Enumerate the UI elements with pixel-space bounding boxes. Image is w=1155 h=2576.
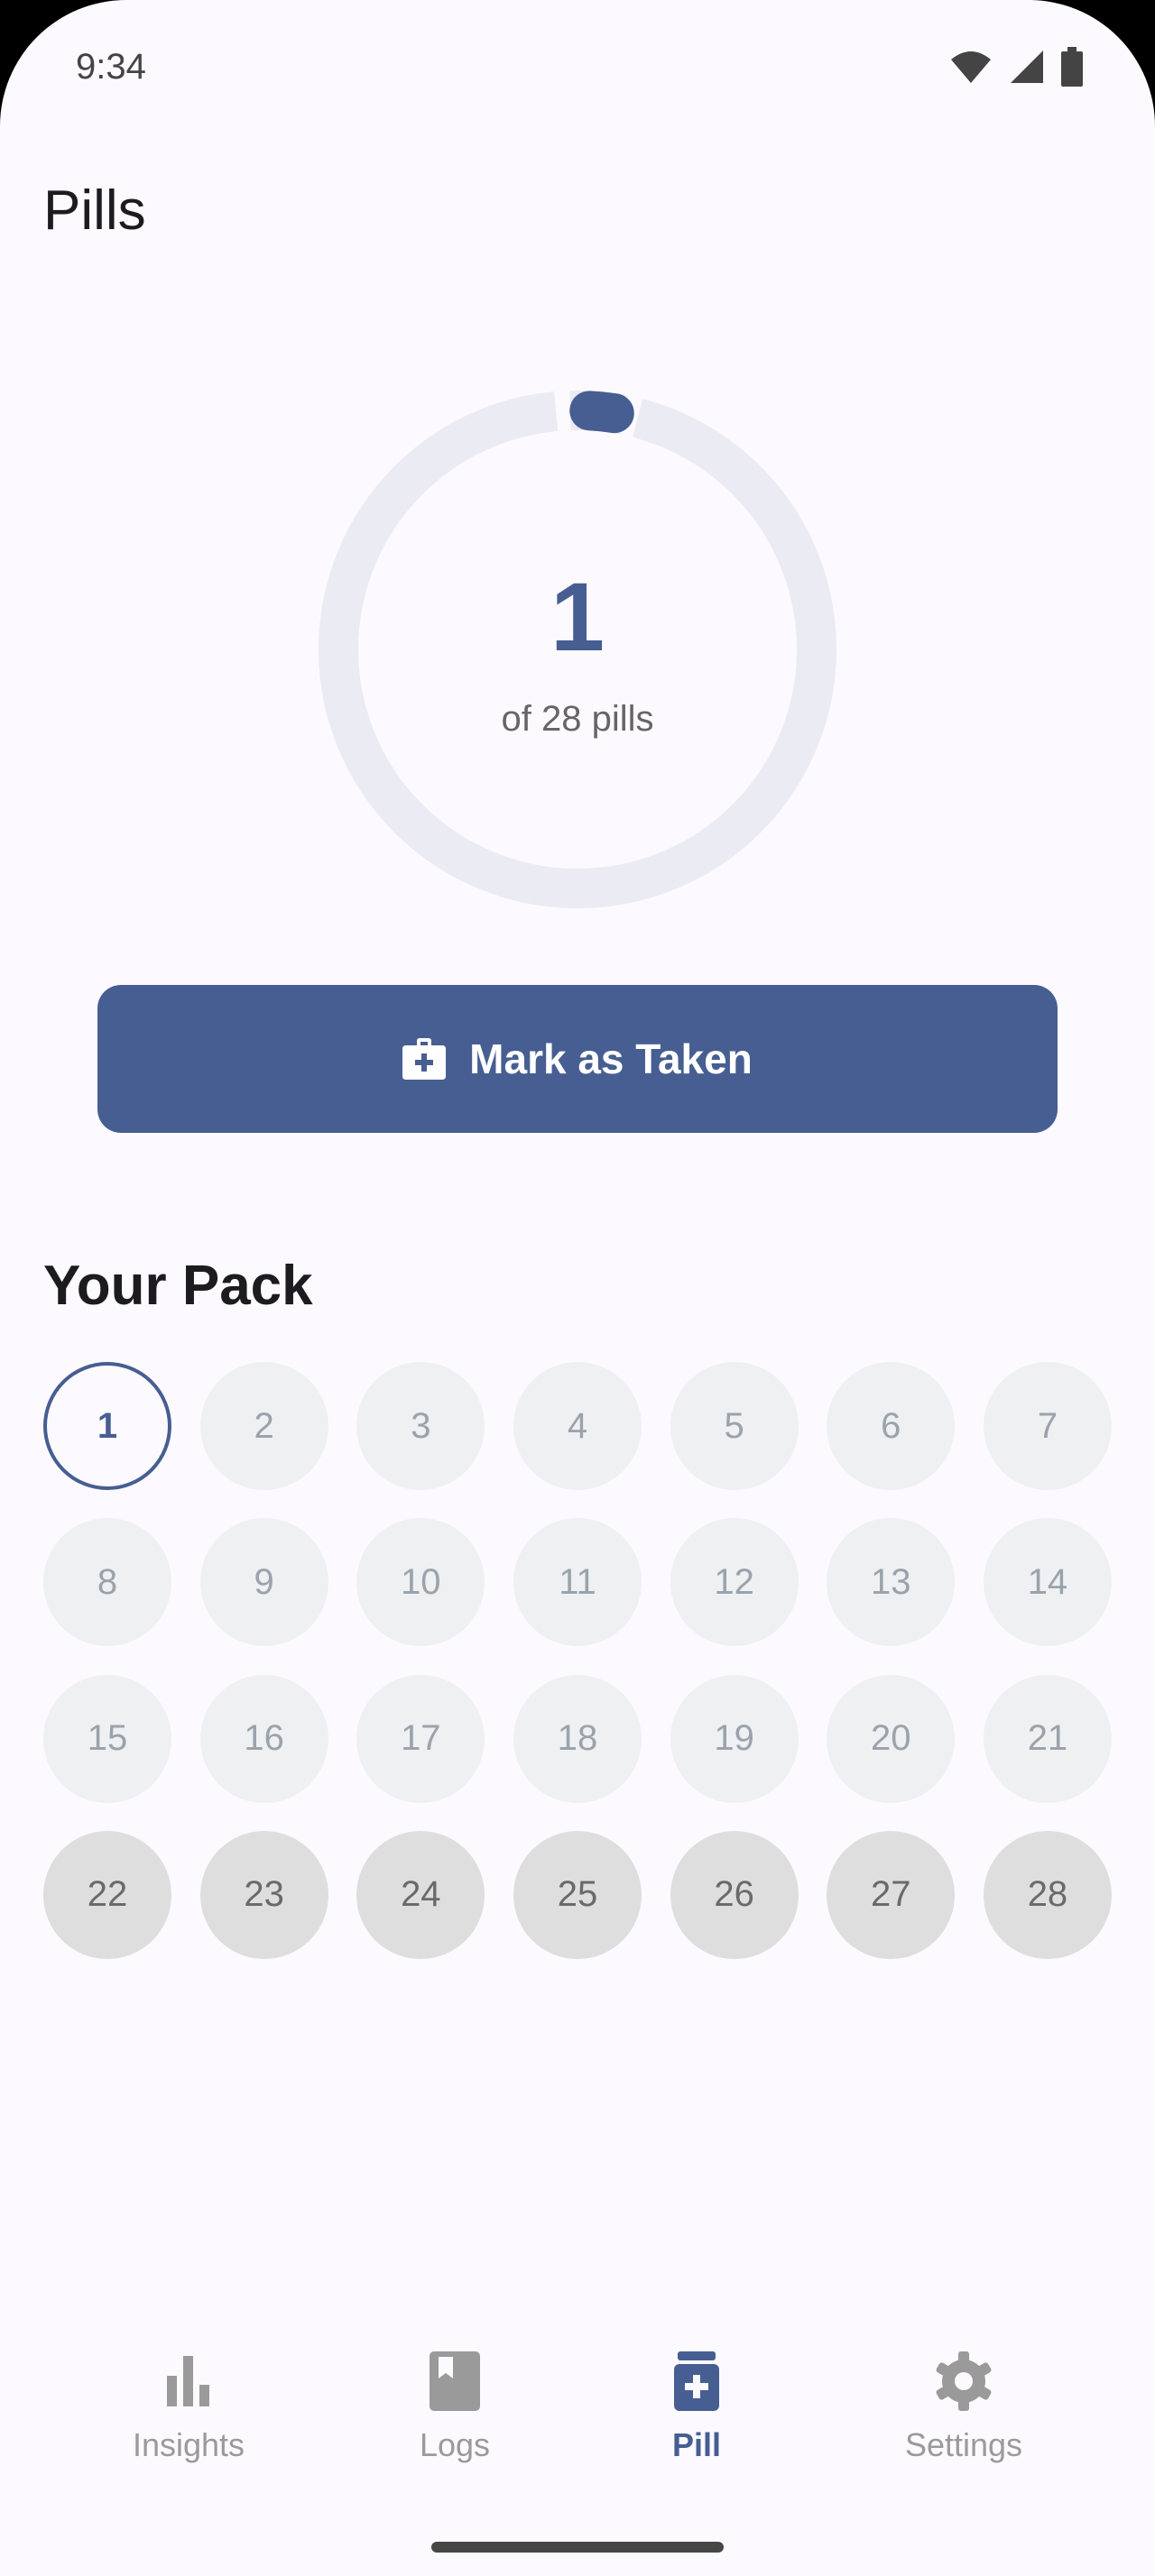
pill-day-22[interactable]: 22	[43, 1830, 171, 1959]
pill-day-9[interactable]: 9	[199, 1518, 328, 1647]
nav-label-pill: Pill	[671, 2426, 722, 2463]
nav-item-logs[interactable]: Logs	[337, 2345, 572, 2464]
home-indicator	[431, 2542, 724, 2553]
book-icon	[430, 2351, 480, 2411]
bottom-navigation: Insights Logs Pill Settings	[0, 2318, 1155, 2576]
pill-day-6[interactable]: 6	[827, 1362, 956, 1490]
pill-day-10[interactable]: 10	[356, 1518, 485, 1647]
nav-item-pill[interactable]: Pill	[579, 2345, 814, 2464]
pills-total-label: of 28 pills	[501, 699, 654, 739]
status-bar: 9:34	[0, 0, 1155, 135]
nav-item-settings[interactable]: Settings	[846, 2345, 1081, 2464]
gear-icon	[936, 2351, 992, 2411]
pill-day-18[interactable]: 18	[513, 1674, 642, 1803]
nav-label-settings: Settings	[904, 2426, 1023, 2463]
pill-day-20[interactable]: 20	[827, 1674, 956, 1803]
medical-kit-icon	[402, 1038, 447, 1080]
pill-day-13[interactable]: 13	[827, 1518, 956, 1647]
nav-label-logs: Logs	[419, 2426, 491, 2463]
status-time: 9:34	[76, 47, 146, 87]
wifi-icon	[951, 51, 991, 83]
pill-pack-grid: 1 2 3 4 5 6 7 8 9 10 11 12 13 14 15 16 17 18 19 20 21 22 23 24 2…	[43, 1362, 1112, 1961]
app-screen: 9:34 Pills 1 of 28 pills Mark as Taken Y…	[0, 0, 1155, 2576]
pill-day-21[interactable]: 21	[983, 1674, 1112, 1803]
pill-day-28[interactable]: 28	[983, 1830, 1112, 1959]
battery-icon	[1061, 47, 1083, 87]
pill-day-5[interactable]: 5	[670, 1362, 799, 1490]
pill-day-24[interactable]: 24	[356, 1830, 485, 1959]
bar-chart-icon	[167, 2356, 209, 2406]
pill-day-12[interactable]: 12	[670, 1518, 799, 1647]
pill-day-4[interactable]: 4	[513, 1362, 642, 1490]
pill-day-19[interactable]: 19	[670, 1674, 799, 1803]
page-title: Pills	[43, 179, 146, 242]
pill-day-23[interactable]: 23	[199, 1830, 328, 1959]
pill-day-11[interactable]: 11	[513, 1518, 642, 1647]
pill-day-7[interactable]: 7	[983, 1362, 1112, 1490]
pills-taken-count: 1	[550, 562, 605, 671]
pill-day-14[interactable]: 14	[983, 1518, 1112, 1647]
pill-day-1[interactable]: 1	[43, 1362, 171, 1490]
pill-day-3[interactable]: 3	[356, 1362, 485, 1490]
pill-day-2[interactable]: 2	[199, 1362, 328, 1490]
nav-item-insights[interactable]: Insights	[71, 2345, 306, 2464]
pill-day-15[interactable]: 15	[43, 1674, 171, 1803]
progress-ring-arc	[569, 391, 634, 434]
pill-day-16[interactable]: 16	[199, 1674, 328, 1803]
pill-progress-ring: 1 of 28 pills	[307, 379, 848, 920]
mark-as-taken-button[interactable]: Mark as Taken	[97, 985, 1058, 1133]
mark-as-taken-label: Mark as Taken	[469, 1035, 753, 1082]
progress-ring-gap	[553, 388, 571, 434]
nav-label-insights: Insights	[132, 2426, 245, 2463]
status-icons	[949, 47, 1083, 87]
pill-day-8[interactable]: 8	[43, 1518, 171, 1647]
pack-section-title: Your Pack	[43, 1255, 313, 1317]
pill-day-25[interactable]: 25	[513, 1830, 642, 1959]
pill-day-17[interactable]: 17	[356, 1674, 485, 1803]
pill-day-27[interactable]: 27	[827, 1830, 956, 1959]
pill-bottle-icon	[674, 2351, 719, 2411]
pill-day-26[interactable]: 26	[670, 1830, 799, 1959]
cellular-signal-icon	[1011, 51, 1043, 83]
